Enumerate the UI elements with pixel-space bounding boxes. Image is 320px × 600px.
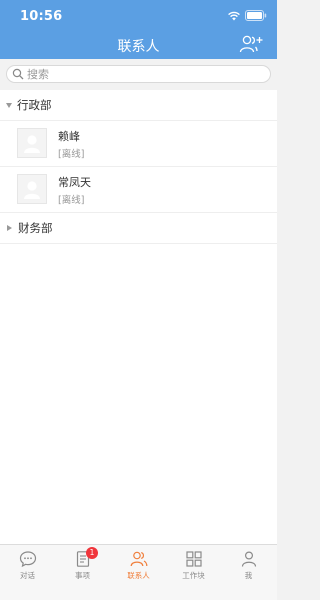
caret-down-icon [6, 102, 12, 108]
tab-label: 对话 [20, 571, 35, 580]
contacts-icon [130, 551, 147, 567]
default-avatar-icon [24, 135, 40, 153]
search-box[interactable] [6, 65, 271, 83]
status-bar: 10:56 [0, 0, 277, 30]
add-contact-icon[interactable] [239, 34, 263, 54]
group-label: 行政部 [17, 98, 52, 112]
page-title: 联系人 [117, 39, 160, 55]
contact-status: [离线] [58, 149, 85, 160]
tab-label: 我 [244, 571, 253, 580]
group-header-admin[interactable]: 行政部 [0, 90, 277, 121]
contact-row[interactable]: 常凤天 [离线] [0, 167, 277, 213]
contact-name: 赖峰 [58, 130, 80, 143]
contact-row[interactable]: 赖峰 [离线] [0, 121, 277, 167]
avatar [17, 128, 47, 158]
contact-name: 常凤天 [58, 176, 91, 189]
caret-right-icon [7, 225, 12, 231]
tab-bar: 对话 1 事项 联系人 工作块 我 [0, 544, 277, 600]
tab-me[interactable]: 我 [221, 545, 276, 585]
contact-list: 行政部 赖峰 [离线] 常凤天 [离线] 财务部 [0, 90, 277, 544]
wifi-icon [228, 11, 240, 20]
status-time: 10:56 [20, 9, 63, 24]
search-icon [12, 68, 24, 80]
app-header: 10:56 联系人 [0, 0, 277, 59]
default-avatar-icon [24, 181, 40, 199]
tab-label: 联系人 [127, 571, 150, 580]
group-header-finance[interactable]: 财务部 [0, 213, 277, 244]
contact-status: [离线] [58, 195, 85, 206]
status-icons [227, 10, 267, 21]
search-input[interactable] [27, 67, 257, 81]
notification-badge: 1 [86, 547, 98, 559]
battery-icon [245, 10, 267, 21]
chat-icon [19, 551, 36, 568]
tab-workblocks[interactable]: 工作块 [166, 545, 221, 585]
avatar [17, 174, 47, 204]
group-label: 财务部 [18, 221, 53, 235]
tab-label: 工作块 [182, 571, 205, 580]
person-icon [241, 551, 256, 567]
tab-matters[interactable]: 1 事项 [55, 545, 110, 585]
tab-label: 事项 [75, 571, 90, 580]
search-bar [0, 59, 277, 89]
tab-chat[interactable]: 对话 [0, 545, 55, 585]
tab-contacts[interactable]: 联系人 [111, 545, 166, 585]
grid-icon [185, 551, 202, 567]
